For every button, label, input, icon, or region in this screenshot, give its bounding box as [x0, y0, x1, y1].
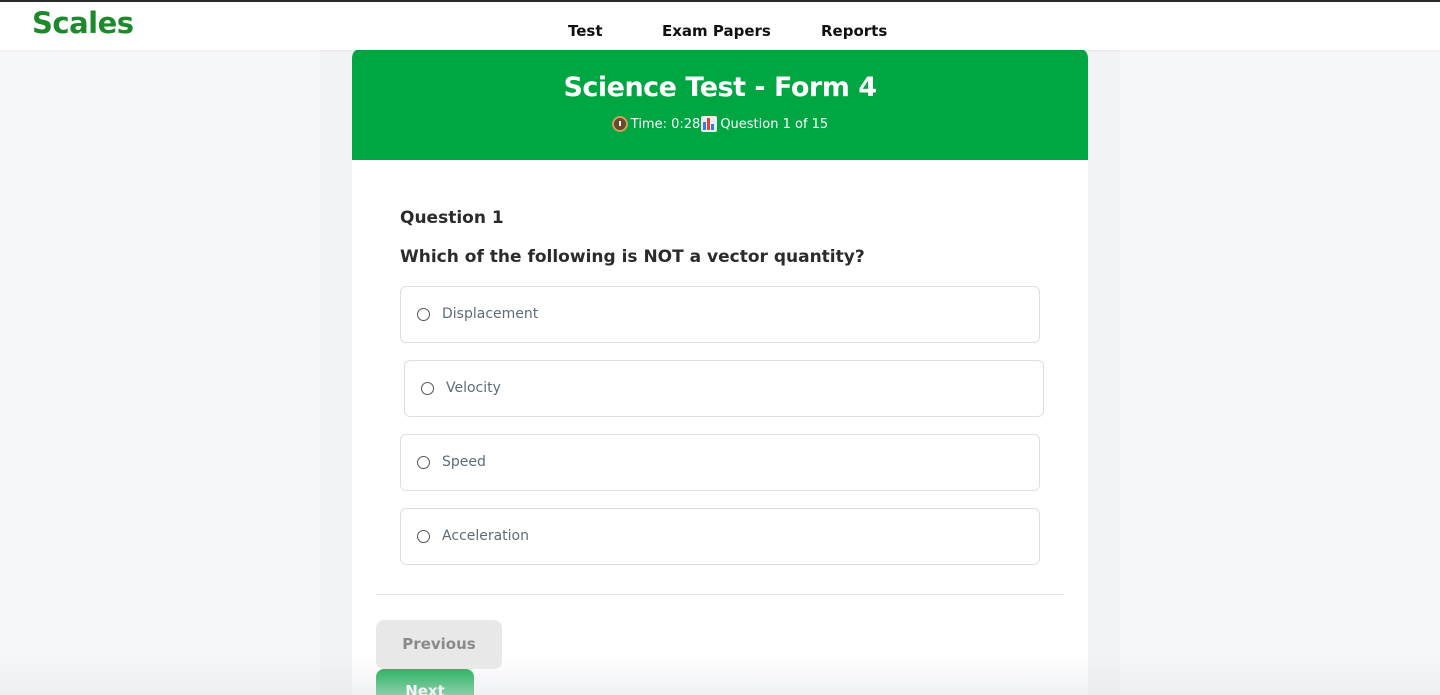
answer-option-acceleration[interactable]: Acceleration [400, 508, 1040, 565]
exam-header: Science Test - Form 4 Time: 0:28 Questio… [352, 48, 1088, 160]
question-text: Which of the following is NOT a vector q… [400, 247, 865, 267]
question-number: Question 1 [400, 208, 504, 228]
nav-link-reports[interactable]: Reports [821, 22, 887, 40]
bar-chart-icon [701, 116, 718, 132]
answer-option-displacement[interactable]: Displacement [400, 286, 1040, 343]
next-button[interactable]: Next [376, 669, 474, 695]
option-label: Speed [442, 454, 486, 470]
radio-button[interactable] [417, 530, 430, 543]
app-logo[interactable]: Scales [32, 6, 134, 40]
radio-button[interactable] [417, 308, 430, 321]
previous-button[interactable]: Previous [376, 620, 502, 669]
option-label: Acceleration [442, 528, 529, 544]
answer-option-velocity[interactable]: Velocity [404, 360, 1044, 417]
exam-meta: Time: 0:28 Question 1 of 15 [352, 116, 1088, 132]
exam-card: Science Test - Form 4 Time: 0:28 Questio… [352, 48, 1088, 695]
radio-button[interactable] [421, 382, 434, 395]
nav-link-exam-papers[interactable]: Exam Papers [662, 22, 771, 40]
answer-option-speed[interactable]: Speed [400, 434, 1040, 491]
question-progress-text: Question 1 of 15 [720, 116, 829, 132]
alarm-clock-icon [611, 116, 628, 132]
option-label: Displacement [442, 306, 539, 322]
exam-title: Science Test - Form 4 [563, 72, 877, 103]
top-navbar: Scales Test Exam Papers Reports [0, 2, 1440, 50]
option-label: Velocity [446, 380, 501, 396]
timer-text: Time: 0:28 [630, 116, 701, 132]
divider [376, 594, 1064, 595]
nav-link-test[interactable]: Test [568, 22, 603, 40]
radio-button[interactable] [417, 456, 430, 469]
